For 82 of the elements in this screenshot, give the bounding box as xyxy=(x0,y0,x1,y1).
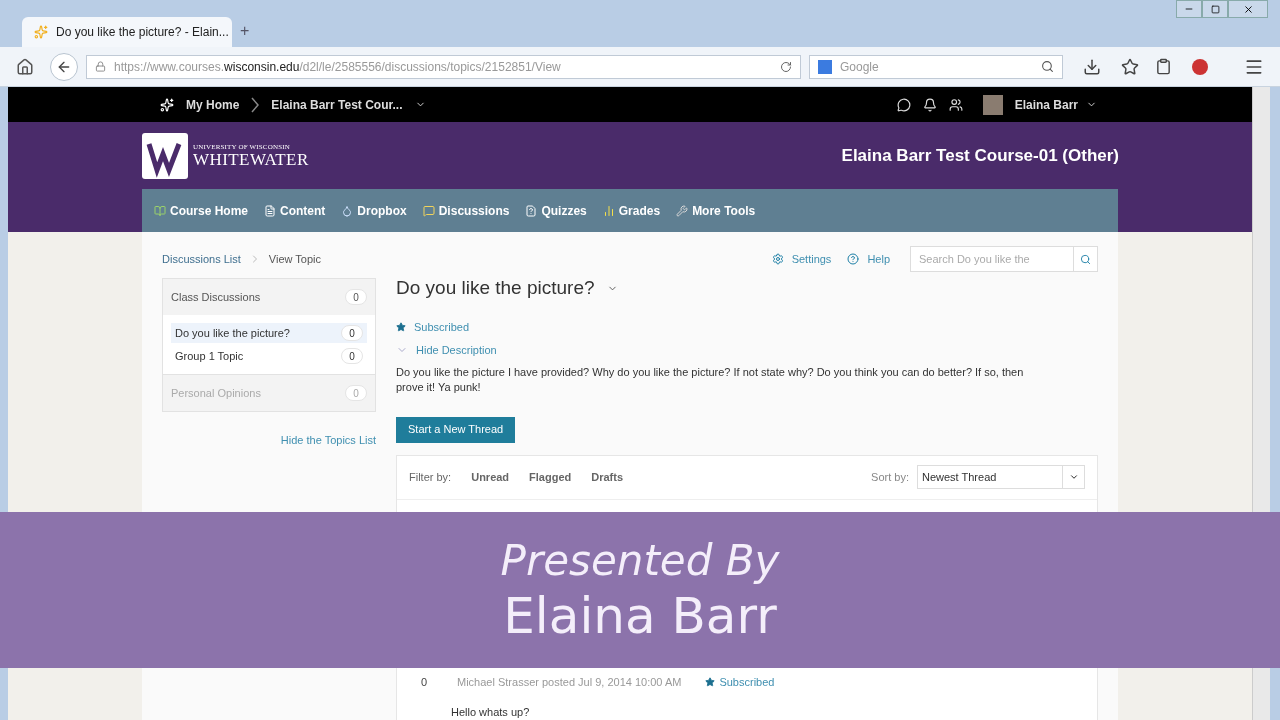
count-badge: 0 xyxy=(345,385,367,401)
nav-item[interactable]: Content xyxy=(264,201,326,220)
new-tab-button[interactable]: + xyxy=(240,19,250,43)
course-selector[interactable]: Elaina Barr Test Cour... xyxy=(271,95,426,114)
clipboard-icon[interactable] xyxy=(1155,58,1172,75)
page-icon xyxy=(264,204,277,217)
minimize-button[interactable] xyxy=(1176,0,1202,18)
count-badge: 0 xyxy=(341,348,363,364)
addon-icon[interactable] xyxy=(1192,58,1208,75)
breadcrumb-current: View Topic xyxy=(268,251,322,267)
back-button[interactable] xyxy=(50,52,78,81)
count-badge: 0 xyxy=(345,289,367,305)
site-icon xyxy=(34,25,48,39)
nav-item[interactable]: Grades xyxy=(602,201,661,220)
maximize-button[interactable] xyxy=(1202,0,1228,18)
subscribed-link[interactable]: Subscribed xyxy=(414,318,470,335)
subscribed-link[interactable]: Subscribed xyxy=(719,673,775,690)
close-icon xyxy=(1242,3,1254,15)
topic-description: Do you like the picture I have provided? Why do you like the picture? If not state why? Do you think you can do better? If so, then prove it! Ya punk! xyxy=(396,364,1025,395)
topic-item[interactable]: Do you like the picture? 0 xyxy=(171,323,367,343)
my-home-link[interactable]: My Home xyxy=(186,95,240,114)
address-bar[interactable]: https://www.courses.wisconsin.edu/d2l/le/2585556/discussions/topics/2152851/View xyxy=(86,54,801,79)
overlay-subtitle: Presented By xyxy=(500,535,780,587)
post-body: Hello whats up? xyxy=(451,705,531,720)
avatar-icon[interactable] xyxy=(982,94,1003,115)
search-placeholder: Google xyxy=(840,58,880,76)
download-icon[interactable] xyxy=(1083,57,1101,76)
maximize-icon xyxy=(1210,4,1220,14)
star-icon xyxy=(396,321,406,332)
tools-icon xyxy=(676,204,689,217)
search-icon xyxy=(1080,253,1091,265)
topic-search-field[interactable]: Search Do you like the xyxy=(910,246,1098,272)
settings-link[interactable]: Settings xyxy=(791,250,832,268)
message-icon[interactable] xyxy=(896,97,911,112)
breadcrumb-chevron-icon xyxy=(251,96,260,113)
hide-description-link[interactable]: Hide Description xyxy=(416,342,497,359)
sort-dropdown[interactable]: Newest Thread xyxy=(917,465,1085,489)
forum-header[interactable]: Class Discussions 0 xyxy=(163,279,375,315)
search-engine-icon[interactable] xyxy=(818,59,832,74)
university-logo-icon xyxy=(141,131,189,180)
url-text: https://www.courses.wisconsin.edu/d2l/le/2585556/discussions/topics/2152851/View xyxy=(114,58,562,76)
search-icon[interactable] xyxy=(1041,60,1054,73)
filter-label: Filter by: xyxy=(409,469,452,485)
book-icon xyxy=(154,204,166,217)
sort-label: Sort by: xyxy=(871,469,909,485)
hide-topics-link[interactable]: Hide the Topics List xyxy=(280,432,376,449)
reply-count: 0 xyxy=(421,674,429,690)
reload-icon[interactable] xyxy=(780,60,792,73)
logo-title: WHITEWATER xyxy=(193,150,309,168)
count-badge: 0 xyxy=(341,325,363,341)
filter-option[interactable]: Drafts xyxy=(591,468,624,486)
nav-item[interactable]: Quizzes xyxy=(525,201,587,220)
help-link[interactable]: Help xyxy=(867,250,890,268)
new-thread-button[interactable]: Start a New Thread xyxy=(396,416,516,443)
settings-icon xyxy=(771,253,784,265)
chat-icon xyxy=(422,204,435,217)
nav-item[interactable]: Discussions xyxy=(422,201,510,220)
topic-item[interactable]: Group 1 Topic 0 xyxy=(171,346,367,366)
help-icon xyxy=(847,253,860,265)
overlay-title: Elaina Barr xyxy=(503,587,777,645)
search-field[interactable]: Google xyxy=(809,54,1063,79)
drop-icon xyxy=(341,204,354,217)
search-placeholder: Search Do you like the xyxy=(918,251,1031,267)
breadcrumb-link[interactable]: Discussions List xyxy=(162,250,241,268)
user-menu[interactable]: Elaina Barr xyxy=(1014,95,1097,114)
star-icon xyxy=(705,676,716,687)
lock-icon xyxy=(95,61,106,72)
grade-icon xyxy=(602,204,615,217)
bookmark-icon[interactable] xyxy=(1121,57,1139,76)
nav-item[interactable]: Course Home xyxy=(154,201,249,220)
home-icon[interactable] xyxy=(16,57,34,76)
course-title: Elaina Barr Test Course-01 (Other) xyxy=(841,144,1119,167)
topic-title: Do you like the picture? xyxy=(396,276,595,300)
filter-option[interactable]: Flagged xyxy=(529,468,572,486)
tab-title: Do you like the picture? - Elain... xyxy=(56,24,229,41)
caret-icon xyxy=(1068,472,1079,482)
post-meta: Michael Strasser posted Jul 9, 2014 10:00 AM xyxy=(457,674,682,690)
nav-item[interactable]: More Tools xyxy=(676,201,756,220)
browser-tab[interactable]: Do you like the picture? - Elain... xyxy=(22,17,232,47)
quiz-icon xyxy=(525,204,538,217)
filter-option[interactable]: Unread xyxy=(471,468,510,486)
nav-item[interactable]: Dropbox xyxy=(341,201,407,220)
